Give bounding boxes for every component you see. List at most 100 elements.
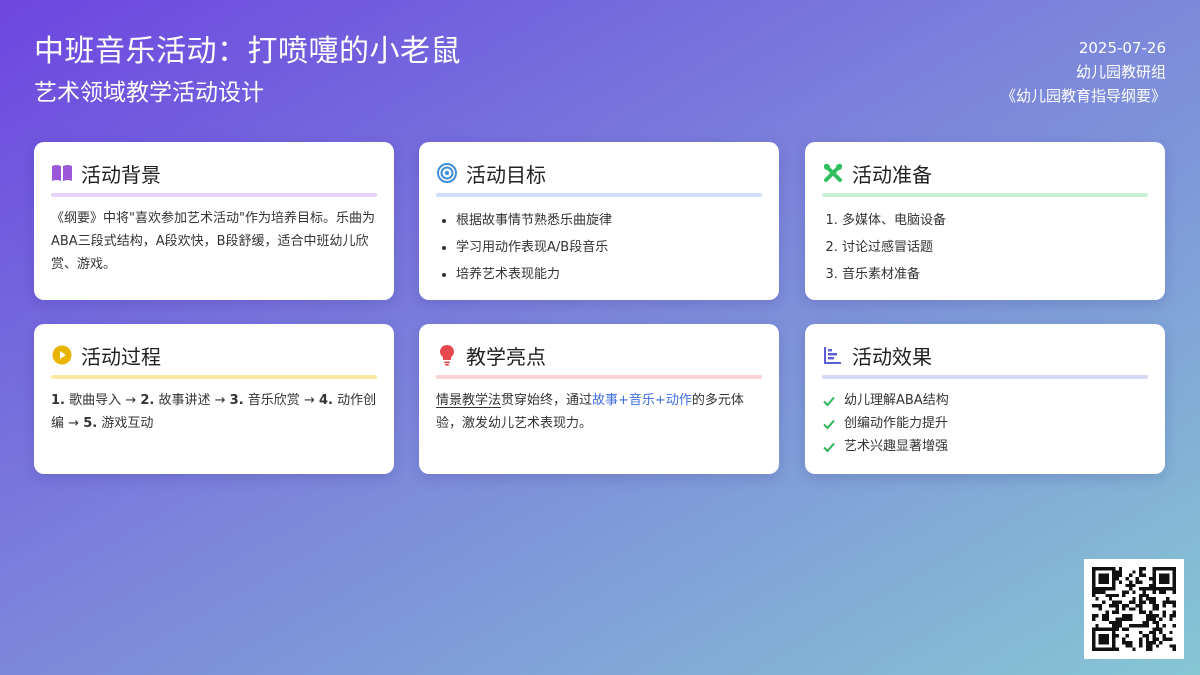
qr-module: [1092, 590, 1096, 594]
qr-module: [1095, 614, 1099, 618]
reference-label: 《幼儿园教育指导纲要》: [1000, 87, 1166, 105]
qr-module: [1162, 624, 1166, 628]
qr-module: [1098, 573, 1103, 578]
qr-module: [1115, 593, 1119, 598]
qr-module: [1112, 600, 1116, 604]
qr-module: [1165, 577, 1170, 581]
qr-module: [1169, 600, 1173, 604]
qr-module: [1152, 630, 1156, 635]
qr-module: [1125, 640, 1129, 645]
qr-module: [1112, 593, 1116, 598]
qr-module: [1139, 624, 1143, 628]
qr-module: [1139, 630, 1143, 635]
qr-module: [1165, 567, 1170, 571]
qr-code-image: [1092, 567, 1176, 651]
qr-module: [1092, 634, 1096, 638]
qr-module: [1142, 567, 1146, 571]
qr-module: [1105, 640, 1109, 645]
card-divider: [436, 375, 762, 379]
qr-module: [1128, 644, 1133, 648]
qr-module: [1112, 647, 1116, 651]
qr-module: [1172, 600, 1176, 604]
qr-module: [1162, 600, 1166, 604]
qr-module: [1102, 627, 1106, 631]
qr-module: [1142, 610, 1146, 615]
org-label: 幼儿园教研组: [1075, 63, 1166, 81]
qr-module: [1135, 577, 1140, 581]
qr-module: [1139, 600, 1143, 604]
qr-module: [1139, 570, 1143, 574]
qr-module: [1098, 637, 1103, 641]
qr-module: [1105, 573, 1109, 578]
qr-module: [1098, 607, 1103, 611]
qr-module: [1125, 617, 1129, 621]
qr-module: [1132, 607, 1136, 611]
qr-module: [1149, 583, 1153, 588]
qr-module: [1149, 614, 1153, 618]
qr-module: [1155, 587, 1160, 591]
qr-module: [1152, 640, 1156, 645]
step-number: 3.: [229, 393, 244, 408]
qr-module: [1149, 617, 1153, 621]
arrow-icon: →: [303, 393, 315, 408]
qr-module: [1115, 627, 1119, 631]
qr-module: [1155, 644, 1160, 648]
qr-module: [1155, 620, 1160, 625]
step-number: 1.: [51, 393, 65, 408]
list-item: 多媒体、电脑设备: [842, 207, 1148, 234]
qr-module: [1118, 570, 1123, 574]
qr-module: [1142, 600, 1146, 604]
card-prep: 活动准备 多媒体、电脑设备 讨论过感冒话题 音乐素材准备: [805, 142, 1165, 300]
list-item: 音乐素材准备: [842, 261, 1148, 288]
qr-module: [1105, 627, 1109, 631]
qr-module: [1092, 573, 1096, 578]
qr-module: [1108, 567, 1113, 571]
qr-module: [1098, 634, 1103, 638]
list-item: 培养艺术表现能力: [456, 261, 762, 288]
goals-list: 根据故事情节熟悉乐曲旋律 学习用动作表现A/B段音乐 培养艺术表现能力: [436, 207, 762, 288]
qr-module: [1152, 580, 1156, 584]
qr-code-icon[interactable]: [1084, 559, 1184, 659]
qr-module: [1105, 593, 1109, 598]
qr-module: [1115, 600, 1119, 604]
qr-module: [1159, 580, 1163, 584]
qr-module: [1115, 647, 1119, 651]
qr-module: [1115, 624, 1119, 628]
arrow-icon: →: [214, 393, 226, 408]
qr-module: [1125, 634, 1129, 638]
qr-module: [1165, 573, 1170, 578]
qr-module: [1102, 580, 1106, 584]
card-title: 活动目标: [466, 162, 546, 187]
list-item: 学习用动作表现A/B段音乐: [456, 234, 762, 261]
page-header: 中班音乐活动：打喷嚏的小老鼠 艺术领域教学活动设计: [34, 32, 461, 110]
qr-module: [1108, 597, 1113, 601]
qr-module: [1132, 583, 1136, 588]
qr-module: [1162, 573, 1166, 578]
qr-module: [1112, 627, 1116, 631]
step-label: 歌曲导入: [69, 393, 122, 408]
qr-module: [1125, 590, 1129, 594]
qr-module: [1115, 570, 1119, 574]
qr-module: [1105, 587, 1109, 591]
qr-module: [1145, 620, 1150, 625]
qr-module: [1098, 590, 1103, 594]
background-text: 《纲要》中将"喜欢参加艺术活动"作为培养目标。乐曲为ABA三段式结构，A段欢快，…: [51, 211, 375, 272]
highlight-text: 情景教学法贯穿始终，通过故事+音乐+动作的多元体验，激发幼儿艺术表现力。: [436, 389, 762, 435]
arrow-icon: →: [125, 393, 137, 408]
qr-module: [1128, 614, 1133, 618]
qr-module: [1092, 603, 1096, 608]
qr-module: [1115, 620, 1119, 625]
qr-module: [1165, 600, 1170, 604]
qr-module: [1159, 640, 1163, 645]
qr-module: [1152, 634, 1156, 638]
qr-module: [1112, 620, 1116, 625]
card-title: 活动准备: [852, 162, 932, 187]
card-divider: [51, 193, 377, 197]
qr-module: [1128, 640, 1133, 645]
qr-module: [1092, 577, 1096, 581]
card-title: 活动过程: [81, 344, 161, 369]
qr-module: [1112, 610, 1116, 615]
qr-module: [1162, 577, 1166, 581]
qr-module: [1142, 587, 1146, 591]
qr-module: [1172, 580, 1176, 584]
